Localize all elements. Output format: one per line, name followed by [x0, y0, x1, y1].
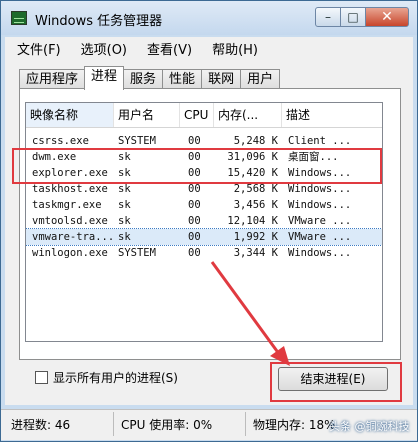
process-memory: 3,456 K: [233, 199, 278, 211]
status-process-count: 进程数: 46: [11, 418, 71, 432]
status-separator: [113, 412, 114, 436]
show-all-users-toggle[interactable]: 显示所有用户的进程(S): [35, 369, 178, 386]
menu-help[interactable]: 帮助(H): [200, 39, 266, 58]
column-image-name[interactable]: 映像名称: [26, 103, 114, 127]
menu-file[interactable]: 文件(F): [5, 39, 69, 58]
tab-performance[interactable]: 性能: [162, 69, 203, 90]
process-cpu: 00: [188, 151, 201, 163]
show-all-users-checkbox[interactable]: [35, 371, 48, 384]
process-name: vmtoolsd.exe: [32, 215, 108, 227]
table-row[interactable]: taskhost.exe sk 00 2,568 K Windows...: [26, 181, 382, 197]
process-cpu: 00: [188, 215, 201, 227]
watermark-text: 头条 @铜豌科技: [329, 420, 410, 433]
status-bar: 进程数: 46 CPU 使用率: 0% 物理内存: 18% 头条 @铜豌科技: [1, 409, 417, 440]
processes-panel: 映像名称 用户名 CPU 内存(... 描述 csrss.exe SYSTEM 00…: [19, 88, 401, 360]
process-memory: 15,420 K: [227, 167, 278, 179]
tab-processes[interactable]: 进程: [84, 66, 125, 90]
process-memory: 2,568 K: [233, 183, 278, 195]
process-cpu: 00: [188, 135, 201, 147]
process-memory: 3,344 K: [233, 247, 278, 259]
table-row[interactable]: vmtoolsd.exe sk 00 12,104 K VMware ...: [26, 213, 382, 229]
process-user: sk: [118, 183, 131, 195]
tab-services[interactable]: 服务: [123, 69, 164, 90]
process-memory: 31,096 K: [227, 151, 278, 163]
table-row[interactable]: taskmgr.exe sk 00 3,456 K Windows...: [26, 197, 382, 213]
process-name: dwm.exe: [32, 151, 77, 163]
column-memory[interactable]: 内存(...: [214, 103, 282, 127]
process-description: Windows...: [288, 199, 352, 211]
process-name: taskhost.exe: [32, 183, 108, 195]
status-separator: [245, 412, 246, 436]
task-manager-icon: [11, 11, 27, 25]
close-button[interactable]: ✕: [365, 7, 409, 27]
process-name: explorer.exe: [32, 167, 108, 179]
tab-networking[interactable]: 联网: [201, 69, 242, 90]
process-memory: 5,248 K: [233, 135, 278, 147]
process-description: Windows...: [288, 183, 352, 195]
table-row[interactable]: explorer.exe sk 00 15,420 K Windows...: [26, 165, 382, 181]
menu-view[interactable]: 查看(V): [135, 39, 200, 58]
tab-applications[interactable]: 应用程序: [19, 69, 86, 90]
process-memory: 12,104 K: [227, 215, 278, 227]
process-user: SYSTEM: [118, 135, 156, 147]
process-user: sk: [118, 151, 131, 163]
table-row[interactable]: winlogon.exe SYSTEM 00 3,344 K Windows...: [26, 245, 382, 261]
table-row[interactable]: dwm.exe sk 00 31,096 K 桌面窗...: [26, 149, 382, 165]
column-description[interactable]: 描述: [282, 103, 382, 127]
menu-options[interactable]: 选项(O): [69, 39, 135, 58]
process-description: VMware ...: [288, 231, 352, 243]
process-description: 桌面窗...: [288, 151, 339, 163]
column-cpu[interactable]: CPU: [180, 103, 214, 127]
process-description: VMware ...: [288, 215, 352, 227]
table-row[interactable]: csrss.exe SYSTEM 00 5,248 K Client ...: [26, 133, 382, 149]
process-cpu: 00: [188, 231, 201, 243]
process-user: sk: [118, 167, 131, 179]
client-area: 应用程序 进程 服务 性能 联网 用户 映像名称 用户名 CPU 内存(... …: [5, 59, 413, 405]
process-name: winlogon.exe: [32, 247, 108, 259]
process-cpu: 00: [188, 247, 201, 259]
table-row[interactable]: vmware-tra... sk 00 1,992 K VMware ...: [26, 228, 382, 246]
maximize-button[interactable]: □: [340, 7, 366, 27]
menu-bar: 文件(F) 选项(O) 查看(V) 帮助(H): [5, 37, 413, 59]
process-memory: 1,992 K: [233, 231, 278, 243]
process-user: sk: [118, 215, 131, 227]
status-cpu-usage: CPU 使用率: 0%: [121, 418, 213, 432]
process-user: SYSTEM: [118, 247, 156, 259]
process-description: Client ...: [288, 135, 352, 147]
column-user-name[interactable]: 用户名: [114, 103, 180, 127]
process-user: sk: [118, 231, 131, 243]
end-process-button[interactable]: 结束进程(E): [278, 367, 388, 391]
title-bar[interactable]: Windows 任务管理器 – □ ✕: [1, 1, 417, 35]
window-title: Windows 任务管理器: [35, 14, 163, 29]
process-name: csrss.exe: [32, 135, 89, 147]
process-name: vmware-tra...: [32, 231, 115, 243]
process-description: Windows...: [288, 247, 352, 259]
tab-users[interactable]: 用户: [240, 69, 281, 90]
minimize-button[interactable]: –: [315, 7, 341, 27]
minimize-icon: –: [325, 10, 331, 24]
process-cpu: 00: [188, 167, 201, 179]
task-manager-window: Windows 任务管理器 – □ ✕ 文件(F) 选项(O) 查看(V) 帮助…: [0, 0, 418, 442]
column-header-row: 映像名称 用户名 CPU 内存(... 描述: [26, 103, 382, 128]
status-memory-usage: 物理内存: 18%: [253, 418, 336, 432]
process-list[interactable]: 映像名称 用户名 CPU 内存(... 描述 csrss.exe SYSTEM 00…: [25, 102, 383, 342]
tab-strip: 应用程序 进程 服务 性能 联网 用户: [19, 66, 281, 90]
process-description: Windows...: [288, 167, 352, 179]
close-icon: ✕: [381, 9, 393, 25]
process-cpu: 00: [188, 183, 201, 195]
process-user: sk: [118, 199, 131, 211]
process-cpu: 00: [188, 199, 201, 211]
maximize-icon: □: [347, 10, 359, 24]
process-name: taskmgr.exe: [32, 199, 102, 211]
show-all-users-label: 显示所有用户的进程(S): [53, 371, 178, 385]
